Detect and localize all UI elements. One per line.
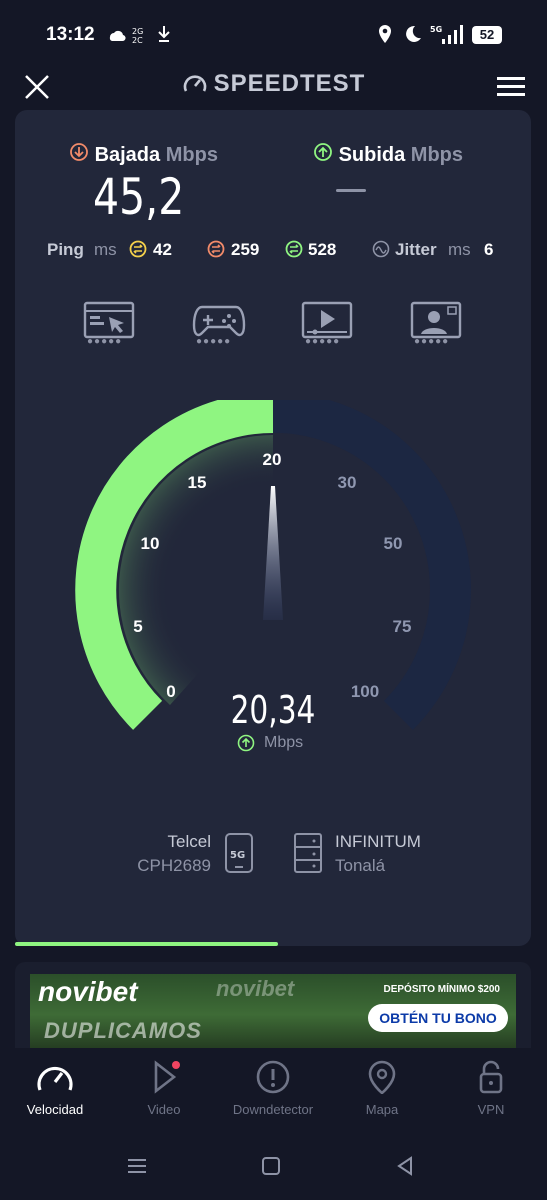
jitter-label: Jitter [395,240,437,259]
gauge-tick-50: 50 [383,534,403,553]
server-location: Tonalá [335,856,386,875]
app-brand: SPEEDTEST [0,70,547,98]
svg-text:5G: 5G [230,850,245,861]
home-icon[interactable] [261,1156,281,1176]
upload-header: Subida Mbps [313,142,463,167]
ping-label: Ping [47,240,84,259]
battery-icon: 52 [472,26,502,44]
test-progress-fill [15,942,279,946]
gauge-current-value: 20,34 [230,688,316,732]
ping-idle-value: 42 [153,240,172,259]
upload-unit: Mbps [410,144,464,166]
gauge-tick-5: 5 [133,617,143,636]
gauge-tick-15: 15 [187,473,207,492]
nav-video-label: Video [147,1102,181,1117]
jitter-unit: ms [448,240,471,259]
ad-slogan: DUPLICAMOS [44,1018,202,1043]
dual-sim-icon: 2G 2C [132,27,143,44]
ad-creative[interactable]: novibet novibet DEPÓSITO MÍNIMO $200 OBT… [30,974,516,1048]
ad-banner[interactable]: novibet novibet DEPÓSITO MÍNIMO $200 OBT… [15,962,531,1048]
map-pin-icon [368,1060,396,1094]
dnd-moon-icon [406,25,421,42]
download-label: Bajada [94,144,161,166]
ping-unit: ms [94,240,117,259]
ping-upload-value: 528 [308,240,337,259]
hamburger-icon[interactable] [497,74,525,98]
nav-vpn-label: VPN [477,1102,505,1117]
svg-text:2C: 2C [132,36,143,44]
system-nav-bar [0,1134,547,1200]
ad-brand: novibet [38,976,138,1007]
nav-vpn[interactable]: VPN [436,1060,546,1117]
ping-row: Ping ms 42 259 528 Jitter ms 6 [47,238,517,264]
status-bar: 13:12 2G 2C 5G 52 [0,0,547,72]
play-icon [154,1060,180,1094]
nav-downdetector-label: Downdetector [232,1102,314,1117]
5g-phone-icon: 5G [225,833,253,873]
nav-velocidad[interactable]: Velocidad [0,1060,110,1117]
gauge-tick-75: 75 [392,617,412,636]
nav-mapa-label: Mapa [365,1102,399,1117]
top-bar: SPEEDTEST [0,64,547,108]
gauge-tick-20: 20 [262,450,282,469]
jitter-icon [372,240,390,258]
server-icon [294,833,322,873]
download-unit: Mbps [165,144,218,166]
download-header: Bajada Mbps [69,142,218,167]
svg-text:2G: 2G [132,27,143,36]
nav-video[interactable]: Video [109,1060,219,1117]
nav-mapa[interactable]: Mapa [327,1060,437,1117]
location-icon [379,25,391,43]
download-icon [158,26,170,42]
ping-download-value: 259 [231,240,260,259]
ping-download-icon [207,240,225,258]
gauge-upload-icon [237,734,255,752]
gauge-tick-10: 10 [140,534,160,553]
weather-icon [109,30,126,42]
unlock-icon [479,1060,503,1094]
nav-velocidad-label: Velocidad [26,1102,84,1117]
web-browsing-rating: ●●●●● [87,336,123,347]
carrier-name: Telcel [167,832,211,851]
gauge-tick-30: 30 [337,473,357,492]
download-value: 45,2 [93,168,185,226]
recents-menu-icon[interactable] [126,1156,148,1176]
speedtest-logo-icon [183,75,206,92]
ad-cta-button[interactable]: OBTÉN TU BONO [368,1004,508,1032]
device-model: CPH2689 [137,856,211,875]
gaming-rating: ●●●●● [196,336,232,347]
ad-deposit: DEPÓSITO MÍNIMO $200 [383,984,500,995]
server-name: INFINITUM [335,832,421,851]
app-title: SPEEDTEST [213,70,366,97]
back-icon[interactable] [395,1156,415,1176]
carrier-info: Telcel CPH2689 [111,830,211,878]
results-card: Bajada Mbps 45,2 Subida Mbps Ping ms 42 … [15,110,531,946]
speedometer-icon [37,1066,73,1091]
gauge-unit: Mbps [264,734,304,751]
svg-text:5G: 5G [430,25,442,34]
5g-signal-icon: 5G [430,25,463,44]
upload-value [336,189,366,192]
alert-icon [256,1060,290,1094]
nav-downdetector[interactable]: Downdetector [218,1060,328,1117]
jitter-value: 6 [484,240,494,259]
ad-brand-watermark: novibet [216,976,295,1001]
ping-upload-icon [285,240,303,258]
upload-circle-icon [314,143,332,161]
download-circle-icon [70,143,88,161]
status-time: 13:12 [46,24,95,45]
upload-label: Subida [338,144,406,166]
bottom-nav: Velocidad Video Downdetector Mapa VPN [0,1048,547,1134]
test-progress-bar [15,942,531,946]
video-call-rating: ●●●●● [414,336,450,347]
server-info[interactable]: INFINITUM Tonalá [335,830,421,878]
video-streaming-rating: ●●●●● [305,336,341,347]
ping-idle-icon [129,240,147,258]
